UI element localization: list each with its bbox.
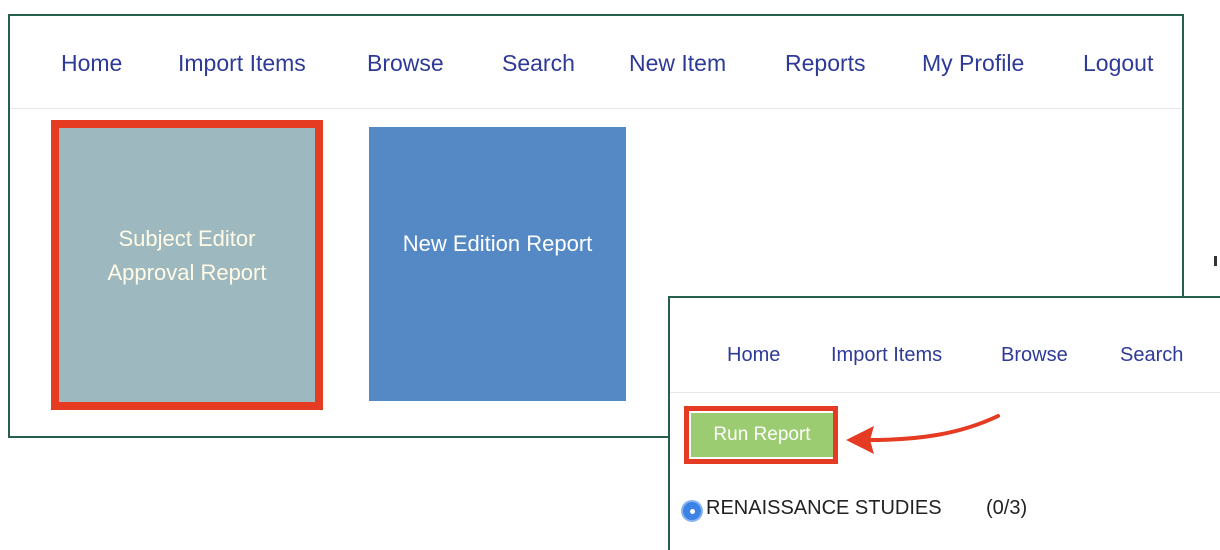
- nav-search[interactable]: Search: [1120, 344, 1183, 367]
- radio-selected-icon[interactable]: [681, 500, 703, 522]
- nav-search[interactable]: Search: [502, 50, 575, 77]
- detail-nav: Home Import Items Browse Search: [670, 298, 1220, 393]
- nav-new-item[interactable]: New Item: [629, 50, 726, 77]
- red-arrow-icon: [846, 414, 1000, 454]
- nav-import-items[interactable]: Import Items: [178, 50, 306, 77]
- nav-home[interactable]: Home: [727, 344, 780, 367]
- new-edition-tile-label: New Edition Report: [402, 231, 593, 256]
- nav-my-profile[interactable]: My Profile: [922, 50, 1024, 77]
- subject-count: (0/3): [986, 497, 1028, 519]
- run-report-button[interactable]: Run Report: [691, 413, 833, 457]
- report-detail-window: Home Import Items Browse Search Run Repo…: [668, 296, 1220, 550]
- screenshot-stage: Home Import Items Browse Search New Item…: [0, 0, 1220, 550]
- main-nav: Home Import Items Browse Search New Item…: [10, 16, 1182, 109]
- nav-browse[interactable]: Browse: [367, 50, 444, 77]
- nav-logout[interactable]: Logout: [1083, 50, 1153, 77]
- subject-editor-tile-label: Subject Editor Approval Report: [108, 222, 267, 290]
- nav-home[interactable]: Home: [61, 50, 122, 77]
- nav-reports[interactable]: Reports: [785, 50, 866, 77]
- edge-mark: [1214, 256, 1217, 266]
- tile-label-line-1: Subject Editor: [118, 226, 256, 251]
- subject-name: RENAISSANCE STUDIES: [706, 497, 942, 519]
- nav-import-items[interactable]: Import Items: [831, 344, 942, 367]
- tile-label-line-2: Approval Report: [107, 260, 267, 285]
- subject-editor-approval-report-tile[interactable]: Subject Editor Approval Report: [51, 120, 323, 410]
- new-edition-report-tile[interactable]: New Edition Report: [369, 127, 626, 401]
- nav-browse[interactable]: Browse: [1001, 344, 1068, 367]
